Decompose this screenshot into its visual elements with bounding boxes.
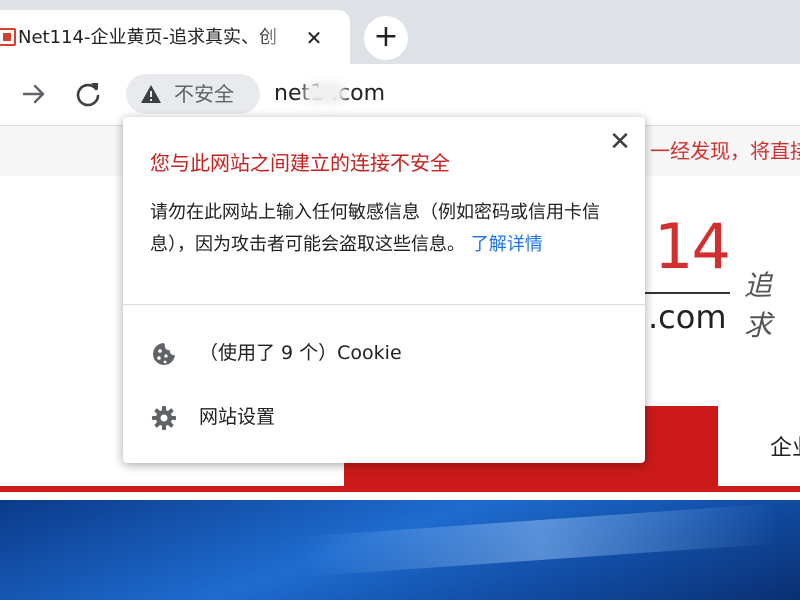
popup-divider (123, 304, 645, 305)
learn-more-link[interactable]: 了解详情 (471, 234, 543, 255)
tab-active[interactable]: Net114-企业黄页-追求真实、创 ✕ (0, 10, 350, 64)
site-settings-row[interactable]: 网站设置 (123, 395, 645, 439)
popup-body: 请勿在此网站上输入任何敏感信息（例如密码或信用卡信息），因为攻击者可能会盗取这些… (150, 197, 620, 261)
warning-triangle-icon (141, 85, 161, 103)
close-icon[interactable]: ✕ (607, 129, 633, 155)
cookie-label: （使用了 9 个）Cookie (199, 342, 402, 364)
reload-icon[interactable] (72, 78, 104, 110)
site-menu-underline (0, 486, 800, 492)
logo-divider (645, 292, 730, 294)
page-notice-text: 一经发现，将直接 (650, 139, 800, 163)
arrow-right-icon[interactable] (18, 78, 50, 110)
cookie-row[interactable]: （使用了 9 个）Cookie (123, 331, 645, 375)
site-slogan: 追 求 (744, 269, 773, 342)
tab-title: Net114-企业黄页-追求真实、创 (18, 27, 277, 48)
site-logo-domain: .com (648, 298, 727, 336)
site-favicon-icon (0, 28, 16, 46)
security-chip-label: 不安全 (174, 82, 234, 106)
new-tab-button[interactable]: + (364, 16, 408, 60)
tab-title-fade (258, 22, 298, 54)
cookie-icon (153, 343, 175, 365)
site-info-popup: ✕ 您与此网站之间建立的连接不安全 请勿在此网站上输入任何敏感信息（例如密码或信… (123, 117, 645, 463)
gear-icon (152, 406, 176, 430)
site-settings-label: 网站设置 (199, 406, 276, 428)
site-menu-item[interactable]: 企业 (770, 432, 800, 466)
popup-title: 您与此网站之间建立的连接不安全 (150, 151, 450, 175)
url-redaction-blur (305, 82, 345, 104)
site-logo-number: 14 (654, 210, 731, 283)
site-security-chip[interactable]: 不安全 (126, 74, 260, 114)
tab-strip: Net114-企业黄页-追求真实、创 ✕ + (0, 0, 800, 64)
tab-close-icon[interactable]: ✕ (302, 26, 326, 50)
